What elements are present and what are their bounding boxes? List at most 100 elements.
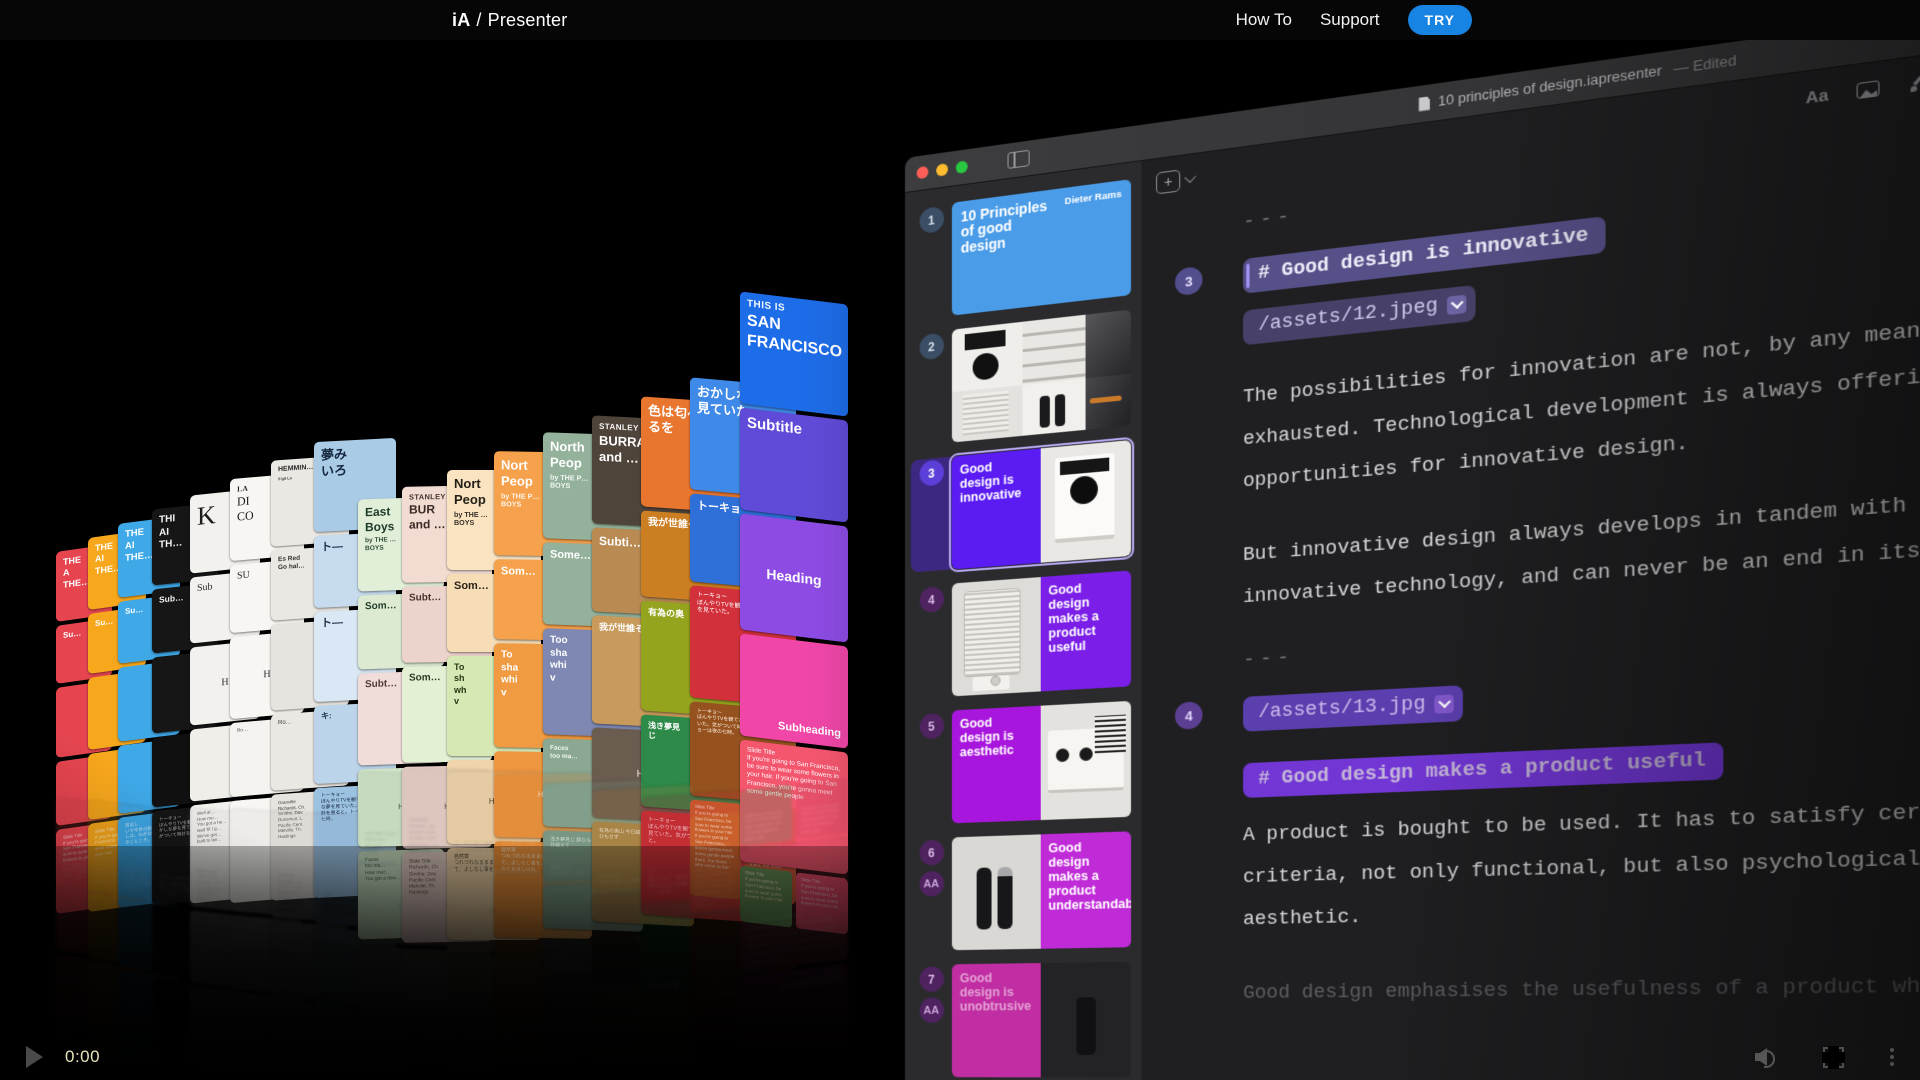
deck-card: Slide Title If you're going to San Franc… — [740, 837, 848, 972]
element — [1060, 458, 1109, 475]
text-size-badge: AA — [919, 998, 943, 1023]
slide-row: 3Good design is innovative — [911, 440, 1131, 573]
slide-photo-collage — [952, 310, 1131, 443]
slide-gutter: 2 — [911, 330, 952, 447]
markdown-editor: + Aa ---3# Good design is innovative/ass… — [1141, 36, 1920, 1080]
logo[interactable]: iA / Presenter — [452, 0, 567, 40]
slide-line-marker: 3 — [1175, 266, 1203, 296]
slide-gutter: 6 AA — [911, 837, 952, 951]
chevron-down-icon — [1435, 694, 1454, 713]
slide-gutter: 4 — [911, 584, 952, 699]
collage-photo — [1022, 315, 1085, 385]
slide-number-badge: 7 — [919, 966, 943, 991]
deck-card-mini: Slide Title If you're going to San Franc… — [690, 812, 741, 912]
minimize-traffic-light-icon — [936, 163, 948, 177]
slide-title-text: Good design makes a product understandab… — [1040, 831, 1131, 948]
paragraph: Good design emphasises the usefulness of… — [1243, 963, 1920, 1015]
slide-title-text: Good design makes a product useful — [1040, 570, 1131, 691]
deck-card: THIS ISSAN FRANCISCO — [740, 291, 848, 416]
slide-thumbnail: Good design is innovative — [952, 440, 1131, 569]
slide-byline: Dieter Rams — [1065, 189, 1122, 208]
nav-link-how-to[interactable]: How To — [1236, 10, 1292, 30]
slide-gutter: 5 — [911, 710, 952, 824]
deck-card-mini: Slide Title If you're going to San Franc… — [796, 777, 848, 839]
zoom-traffic-light-icon — [956, 160, 968, 174]
element — [976, 868, 991, 930]
nav-link-support[interactable]: Support — [1320, 10, 1380, 30]
chevron-down-icon — [1447, 294, 1466, 315]
video-player-controls: 0:00 — [0, 1034, 1920, 1080]
washer-photo — [1055, 453, 1115, 543]
logo-product: Presenter — [488, 10, 568, 31]
play-icon[interactable] — [26, 1046, 43, 1068]
card-text: Subtitle — [747, 414, 841, 444]
slide-row: 6 AA Good design makes a product understan… — [911, 831, 1131, 951]
slide-row: 4 Good design makes a product useful — [911, 570, 1131, 698]
editor-line: But innovative design always develops in… — [1243, 474, 1920, 619]
editor-line: --- — [1243, 604, 1920, 672]
element — [998, 867, 1013, 929]
slide-title-text: 10 Principles of good design — [961, 197, 1060, 257]
collage-photo — [1085, 373, 1131, 430]
theme-brush-icon — [1908, 75, 1920, 92]
slide-thumbnail: 10 Principles of good design Dieter Rams — [952, 179, 1131, 316]
card-text: Slide Title If you're going to San Franc… — [747, 905, 841, 965]
fullscreen-icon[interactable] — [1823, 1047, 1844, 1068]
slide-row: 2 — [911, 310, 1131, 447]
sidebar-toggle-icon — [1008, 150, 1030, 169]
top-nav-bar: iA / Presenter How To Support TRY — [0, 0, 1920, 40]
slide-title-layout: 10 Principles of good design Dieter Rams — [952, 179, 1131, 316]
ia-presenter-window: 10 principles of design.iapresenter — Ed… — [905, 0, 1920, 1080]
video-timestamp: 0:00 — [65, 1047, 100, 1067]
player-right-controls — [1755, 1047, 1894, 1068]
slide-photo-grille — [952, 577, 1040, 696]
element — [1094, 715, 1125, 753]
format-icon: Aa — [1806, 86, 1829, 107]
chevron-down-icon — [1184, 171, 1196, 183]
collage-photo — [1085, 310, 1131, 378]
editor-line: Good design emphasises the usefulness of… — [1243, 963, 1920, 1015]
slide-sidebar: 1 10 Principles of good design Dieter Rams… — [905, 161, 1141, 1080]
editor-line: 4/assets/13.jpg — [1243, 655, 1920, 731]
slide-thumbnail — [952, 310, 1131, 443]
slide-line-marker: 4 — [1175, 701, 1203, 730]
edited-status: — Edited — [1673, 53, 1736, 77]
try-button[interactable]: TRY — [1408, 5, 1472, 35]
slide-number-badge: 1 — [919, 206, 943, 234]
window-body: 1 10 Principles of good design Dieter Rams… — [905, 36, 1920, 1080]
slide-gutter: 3 — [911, 457, 952, 573]
insert-button: + — [1156, 167, 1193, 194]
slide-number-badge: 5 — [919, 713, 943, 739]
slide-title-text: Good design is aesthetic — [952, 706, 1040, 824]
slide-thumbnail: Good design makes a product understandab… — [952, 831, 1131, 950]
slide-row: 1 10 Principles of good design Dieter Rams — [911, 179, 1131, 320]
volume-icon[interactable] — [1755, 1048, 1777, 1066]
plus-icon: + — [1156, 169, 1180, 194]
more-options-icon[interactable] — [1890, 1048, 1894, 1066]
card-text: 夢み いろ — [321, 444, 389, 480]
editor-content: ---3# Good design is innovative/assets/1… — [1141, 91, 1920, 1016]
logo-brand: iA — [452, 10, 470, 31]
document-icon — [1419, 96, 1430, 112]
collage-photo — [952, 322, 1022, 392]
deck-card: Heading — [740, 513, 848, 642]
deck-card: Slide Title If you're going to San Franc… — [740, 777, 848, 846]
logo-separator: / — [476, 10, 481, 31]
element — [1071, 475, 1099, 505]
traffic-lights — [917, 160, 968, 179]
slide-photo-washer — [1040, 440, 1131, 563]
slide-number-badge: 2 — [919, 333, 943, 361]
slide-thumbnail: Good design makes a product useful — [952, 570, 1131, 696]
text-size-badge: AA — [919, 871, 943, 897]
slide-number-badge: 6 — [919, 840, 943, 866]
deck-card-mini: Slide Title If you're going to San Franc… — [740, 784, 792, 846]
collage-photo — [952, 384, 1022, 442]
close-traffic-light-icon — [917, 166, 929, 180]
homepage-hero-video: THE A THE…Su…Slide Title If you're going… — [0, 0, 1920, 1080]
nav-links: How To Support TRY — [1236, 0, 1472, 40]
paragraph: But innovative design always develops in… — [1243, 474, 1920, 619]
slide-thumbnail: Good design is aesthetic — [952, 701, 1131, 823]
image-icon — [1856, 80, 1879, 99]
deck-card: Subtitle — [740, 407, 848, 522]
asset-path: /assets/13.jpg — [1258, 694, 1425, 724]
